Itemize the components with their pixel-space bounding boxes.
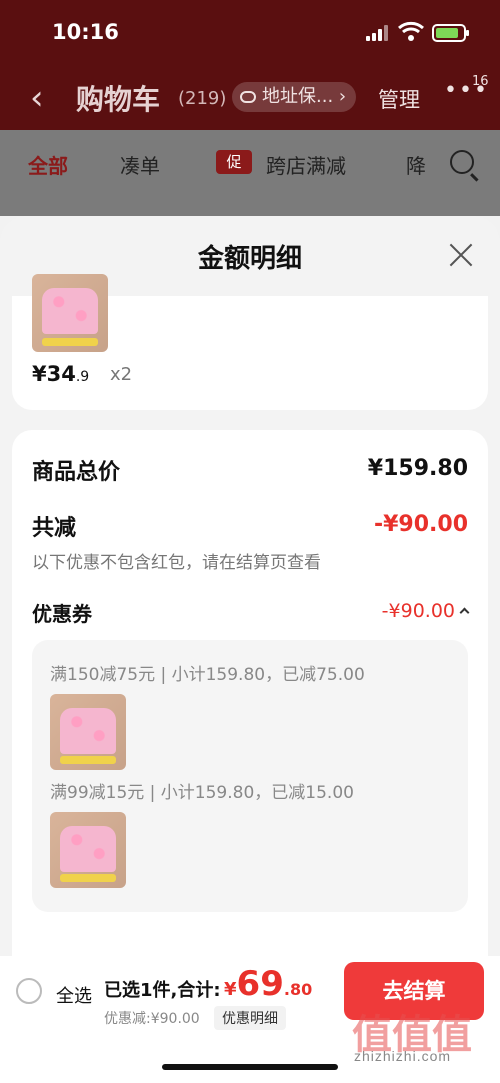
address-label: 地址保... › [262,86,347,107]
total-price-label: 商品总价 [32,460,121,485]
battery-icon [432,24,469,42]
status-bar: 10:16 [0,0,500,64]
address-button[interactable]: 地址保... › [232,82,357,112]
coupon-rule: 满150减75元 | 小计159.80，已减75.00 [50,665,365,685]
watermark: 值值值 zhizhizhi.com [352,1002,492,1072]
discount-amount: 优惠减:¥90.00 [104,1011,200,1027]
cart-count: (219) [178,88,227,109]
message-badge: 16 [472,74,489,89]
filter-tabs: 全部 凑单 促 跨店满减 降 [0,130,500,216]
promo-tag: 促 [216,150,252,174]
back-button[interactable]: ‹ [30,78,44,118]
tab-bundle[interactable]: 凑单 [120,150,160,179]
reduction-value: -¥90.00 [373,512,468,537]
manage-button[interactable]: 管理 [378,84,420,114]
tab-cross-store[interactable]: 跨店满减 [266,150,346,179]
close-icon[interactable] [448,242,474,268]
total-price-value: ¥159.80 [367,456,468,481]
coupon-details: 满150减75元 | 小计159.80，已减75.00 满99减15元 | 小计… [32,640,468,912]
watermark-text: zhizhizhi.com [354,1048,452,1064]
item-qty: x2 [110,364,133,385]
home-indicator [162,1064,338,1070]
total-amount: ¥69.80 [224,964,313,1004]
discount-detail-button[interactable]: 优惠明细 [214,1006,286,1030]
price-breakdown-card: 商品总价 ¥159.80 共减 -¥90.00 以下优惠不包含红包，请在结算页查… [12,430,488,956]
signal-icon [366,25,390,41]
coupon-label: 优惠券 [32,602,92,626]
item-price: ¥34.9 [32,362,90,386]
select-all-radio[interactable] [16,978,42,1004]
selection-summary: 已选1件,合计: [104,980,221,1001]
nav-bar: ‹ 购物车 (219) 地址保... › 管理 ••• 16 [0,64,500,130]
eye-icon [240,91,256,103]
chevron-up-icon [459,607,470,618]
reduction-label: 共减 [32,516,77,541]
item-card: ¥34.9 x2 [12,274,488,410]
page-title: 购物车 [76,83,161,116]
coupon-toggle[interactable]: -¥90.00 [382,600,470,622]
top-header: 10:16 ‹ 购物车 (219) 地址保... › 管理 ••• 16 [0,0,500,130]
product-thumbnail [50,694,126,770]
amount-detail-sheet: 金额明细 ¥34.9 x2 商品总价 ¥159.80 共减 -¥90.00 以下… [0,216,500,956]
wifi-icon [398,21,424,41]
tab-all[interactable]: 全部 [28,150,68,179]
tab-price-drop[interactable]: 降 [406,150,426,179]
product-thumbnail [32,274,108,352]
status-time: 10:16 [52,20,119,44]
product-thumbnail [50,812,126,888]
sheet-title: 金额明细 [197,244,302,274]
coupon-rule: 满99减15元 | 小计159.80，已减15.00 [50,783,354,803]
select-all-label[interactable]: 全选 [56,982,92,1008]
search-icon[interactable] [450,150,474,174]
reduction-hint: 以下优惠不包含红包，请在结算页查看 [32,553,321,573]
checkout-bar: 全选 已选1件,合计: ¥69.80 优惠减:¥90.00 优惠明细 去结算 值… [0,956,500,1083]
